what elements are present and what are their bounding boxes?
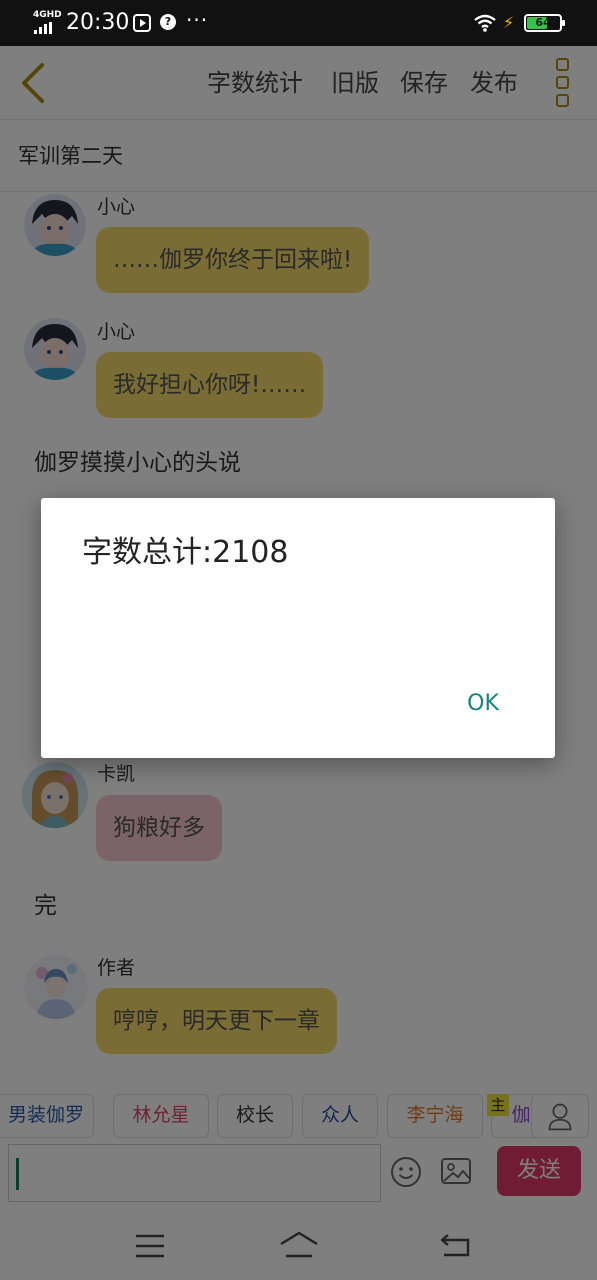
battery-icon: 64 [524, 14, 565, 32]
status-bar: 4GHD 20:30 ? ··· ⚡ 64 [0, 0, 597, 46]
wifi-icon [474, 14, 496, 32]
network-type: 4GHD [33, 10, 62, 20]
charging-icon: ⚡ [503, 13, 515, 32]
ok-button[interactable]: OK [449, 684, 517, 724]
media-notification-icon [133, 14, 151, 32]
help-notification-icon: ? [160, 14, 176, 30]
battery-percent: 64 [535, 16, 551, 29]
word-count-dialog: 字数总计:2108 OK [41, 498, 555, 758]
battery-cap [562, 20, 565, 26]
signal-icon [34, 22, 56, 34]
dialog-message: 字数总计:2108 [82, 535, 289, 570]
more-notifications-icon: ··· [186, 8, 209, 32]
clock: 20:30 [66, 10, 130, 35]
